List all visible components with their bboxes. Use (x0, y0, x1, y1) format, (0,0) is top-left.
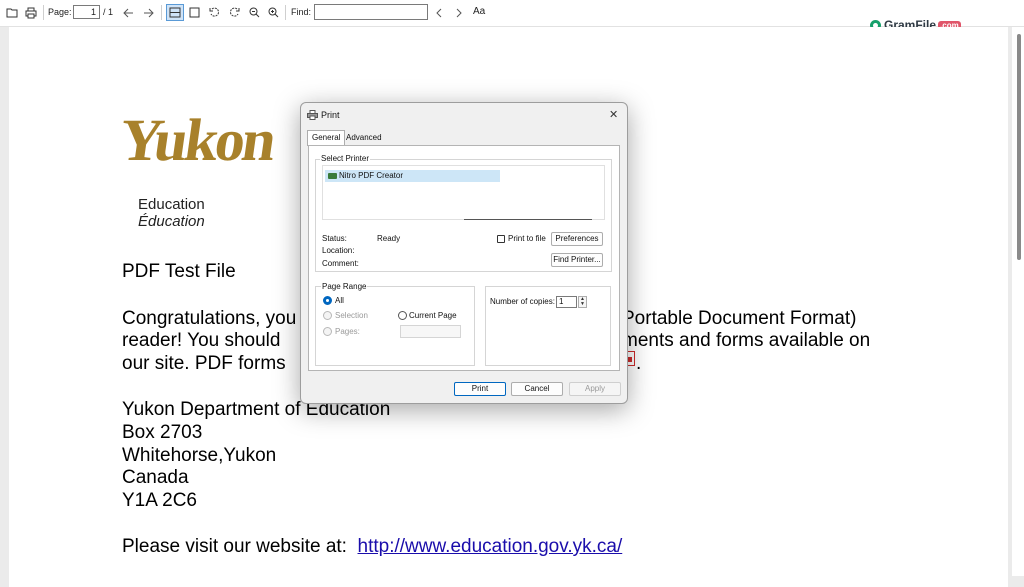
page-number-input[interactable]: 1 (73, 5, 100, 19)
find-input[interactable] (314, 4, 428, 20)
range-all-radio[interactable] (323, 296, 332, 305)
printer-icon (328, 173, 337, 179)
range-pages-radio[interactable] (323, 327, 332, 336)
website-link[interactable]: http://www.education.gov.yk.ca/ (358, 536, 623, 557)
printer-list-scrollbar[interactable] (464, 219, 592, 220)
printer-list[interactable]: Nitro PDF Creator (322, 165, 605, 220)
paragraph-line-3-right: . (636, 353, 642, 374)
print-dialog: Print ✕ General Advanced Select Printer … (300, 102, 628, 404)
range-current-page-label: Current Page (409, 311, 457, 320)
range-selection-radio[interactable] (323, 311, 332, 320)
page-label: Page: (48, 7, 72, 17)
copies-input[interactable]: 1 (556, 296, 577, 308)
yukon-logo: Yukon (115, 107, 278, 173)
text-options-button[interactable]: Aa (473, 6, 485, 17)
printer-item-nitro-pdf-creator[interactable]: Nitro PDF Creator (325, 170, 500, 182)
print-to-file-checkbox[interactable] (497, 235, 505, 243)
previous-page-icon[interactable] (121, 4, 135, 21)
rotate-right-icon[interactable] (227, 4, 241, 21)
print-button[interactable]: Print (454, 382, 506, 396)
paragraph-line-1-left: Congratulations, you (122, 308, 297, 329)
zoom-out-icon[interactable] (247, 4, 261, 21)
location-label: Location: (322, 246, 355, 255)
tab-general[interactable]: General (307, 130, 346, 146)
select-printer-label: Select Printer (320, 154, 371, 163)
address-line-3: Whitehorse,Yukon (122, 445, 277, 466)
logo-education-en: Education (138, 196, 205, 213)
print-icon[interactable] (23, 4, 39, 21)
copies-spinner[interactable]: ▲ ▼ (578, 296, 587, 308)
toolbar-divider (43, 5, 44, 20)
paragraph-line-2-left: reader! You should (122, 330, 281, 351)
preferences-button[interactable]: Preferences (551, 232, 603, 246)
status-value: Ready (377, 234, 401, 243)
toolbar-divider (285, 5, 286, 20)
toolbar-divider (161, 5, 162, 20)
zoom-in-icon[interactable] (266, 4, 280, 21)
dialog-title: Print (321, 110, 340, 120)
paragraph-line-1-right: Portable Document Format) (622, 308, 857, 329)
page-range-label: Page Range (321, 282, 368, 291)
range-pages-label: Pages: (335, 327, 360, 336)
find-next-icon[interactable] (452, 4, 464, 21)
range-selection-label: Selection (335, 311, 368, 320)
document-title: PDF Test File (122, 261, 236, 282)
find-previous-icon[interactable] (433, 4, 445, 21)
apply-button[interactable]: Apply (569, 382, 621, 396)
find-label: Find: (291, 7, 312, 17)
paragraph-line-2-right: ments and forms available on (622, 330, 871, 351)
website-line: Please visit our website at: http://www.… (122, 536, 622, 558)
pages-range-input[interactable] (400, 325, 461, 338)
find-printer-button[interactable]: Find Printer... (551, 253, 603, 267)
status-label: Status: (322, 234, 347, 243)
website-prefix: Please visit our website at: (122, 536, 347, 557)
fit-width-icon[interactable] (166, 4, 184, 21)
print-to-file-label: Print to file (508, 234, 546, 243)
copies-label: Number of copies: (490, 297, 555, 306)
rotate-left-icon[interactable] (207, 4, 221, 21)
address-line-5: Y1A 2C6 (122, 490, 197, 511)
fit-page-icon[interactable] (187, 4, 201, 21)
range-all-label: All (335, 296, 344, 305)
comment-label: Comment: (322, 259, 359, 268)
print-icon (307, 110, 318, 122)
close-icon[interactable]: ✕ (609, 108, 618, 121)
next-page-icon[interactable] (141, 4, 155, 21)
cancel-button[interactable]: Cancel (511, 382, 563, 396)
range-current-page-radio[interactable] (398, 311, 407, 320)
logo-education-fr: Éducation (138, 213, 205, 230)
tab-advanced[interactable]: Advanced (342, 131, 386, 145)
open-folder-icon[interactable] (4, 4, 20, 21)
printer-item-label: Nitro PDF Creator (339, 171, 404, 180)
page-total: / 1 (103, 7, 114, 17)
scrollbar-thumb[interactable] (1017, 34, 1021, 260)
address-line-2: Box 2703 (122, 422, 203, 443)
address-line-4: Canada (122, 467, 189, 488)
paragraph-line-3-left: our site. PDF forms (122, 353, 286, 374)
